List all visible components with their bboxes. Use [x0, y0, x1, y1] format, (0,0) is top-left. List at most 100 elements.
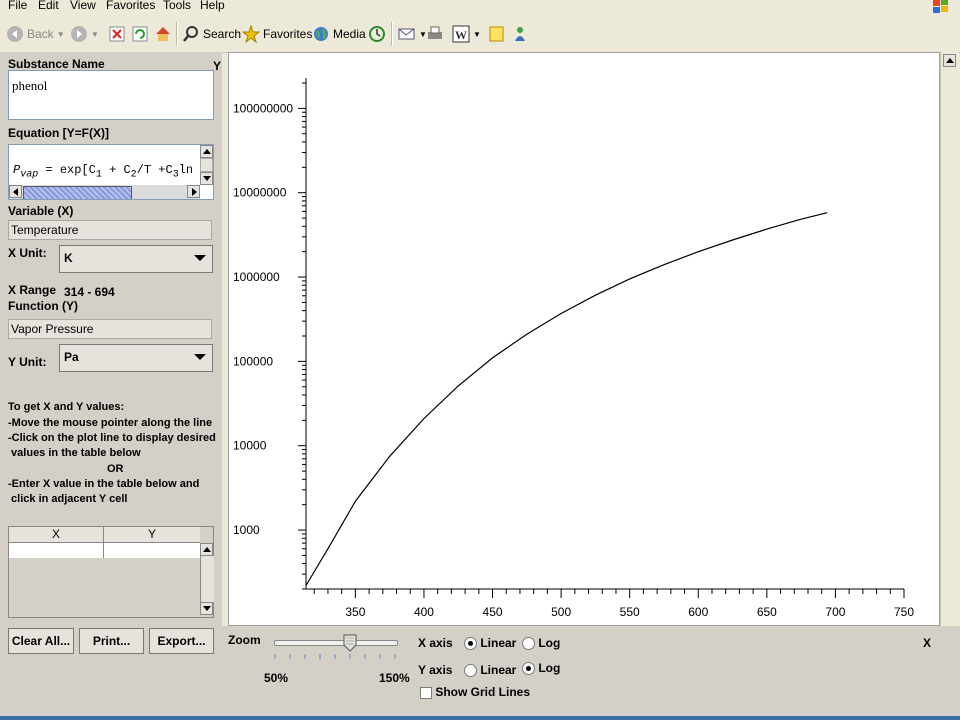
page-scrollbar[interactable]: [940, 52, 959, 626]
show-grid-lines-option[interactable]: Show Grid Lines: [420, 685, 530, 699]
y-linear-radio[interactable]: [464, 664, 477, 678]
x-axis-linear-option[interactable]: Linear: [464, 636, 517, 651]
y-unit-select[interactable]: Pa: [59, 344, 213, 372]
status-bar: [0, 716, 960, 720]
y-tick-label: 1000000: [233, 270, 280, 284]
instruction-line: click in adjacent Y cell: [8, 493, 128, 505]
xy-table: X Y: [8, 526, 214, 618]
x-log-radio[interactable]: [522, 637, 535, 651]
export-button[interactable]: Export...: [149, 628, 214, 654]
history-icon: [369, 26, 385, 42]
y-log-radio[interactable]: [522, 662, 535, 676]
x-axis-log-option[interactable]: Log: [522, 636, 561, 651]
stop-button[interactable]: [108, 23, 126, 45]
refresh-icon: [132, 26, 148, 42]
menu-file[interactable]: File: [8, 0, 27, 12]
back-label: Back: [27, 27, 54, 41]
mail-button[interactable]: ▼: [398, 23, 427, 45]
history-button[interactable]: [368, 23, 386, 45]
table-cell-x[interactable]: [9, 543, 104, 558]
back-button[interactable]: Back ▼: [6, 23, 65, 45]
y-unit-value: Pa: [64, 350, 79, 364]
function-field: Vapor Pressure: [8, 319, 212, 339]
vapor-pressure-line: [305, 212, 828, 586]
zoom-slider-thumb[interactable]: [343, 634, 357, 652]
print-toolbar-button[interactable]: [426, 23, 444, 45]
equation-label: Equation [Y=F(X)]: [8, 126, 109, 140]
table-scroll-up[interactable]: [200, 543, 213, 556]
messenger-button[interactable]: [512, 23, 530, 45]
x-linear-radio[interactable]: [464, 637, 477, 651]
instruction-line: -Move the mouse pointer along the line: [8, 417, 213, 429]
y-tick-label: 1000: [233, 523, 260, 537]
search-button[interactable]: Search: [182, 23, 241, 45]
x-range-value: 314 - 694: [64, 285, 115, 299]
x-tick-label: 650: [757, 605, 777, 619]
zoom-max-label: 150%: [379, 671, 410, 685]
equation-scroll-right[interactable]: [187, 185, 200, 198]
instruction-line: To get X and Y values:: [8, 401, 125, 413]
equation-vscroll-thumb[interactable]: [200, 158, 213, 172]
menu-bar: File Edit View Favorites Tools Help: [0, 0, 960, 14]
clear-all-button[interactable]: Clear All...: [8, 628, 74, 654]
menu-edit[interactable]: Edit: [38, 0, 59, 12]
menu-favorites[interactable]: Favorites: [106, 0, 155, 12]
x-tick-label: 700: [825, 605, 845, 619]
media-button[interactable]: Media: [312, 23, 366, 45]
zoom-tick-marks: [274, 654, 396, 659]
equation-field[interactable]: Pvap = exp[C1 + C2/T +C3ln: [8, 144, 214, 200]
print-button[interactable]: Print...: [79, 628, 144, 654]
grid-checkbox[interactable]: [420, 686, 432, 699]
vapor-pressure-chart[interactable]: 350 400 450 500 550 600 650 700 750 1000 10000 1000…: [229, 53, 939, 625]
equation-scroll-down[interactable]: [200, 172, 213, 185]
table-vscroll-track[interactable]: [200, 556, 214, 602]
x-marker: X: [923, 636, 932, 650]
zoom-slider-track[interactable]: [274, 640, 398, 646]
forward-arrow-icon: [71, 26, 87, 42]
equation-hscroll-thumb[interactable]: [23, 186, 132, 199]
y-tick-label: 100000000: [233, 101, 293, 115]
printer-icon: [428, 26, 442, 39]
menu-view[interactable]: View: [70, 0, 96, 12]
windows-logo-icon: [933, 0, 948, 13]
y-log-label: Log: [538, 661, 561, 675]
plot-area[interactable]: 350 400 450 500 550 600 650 700 750 1000 10000 1000…: [228, 52, 940, 626]
favorites-button[interactable]: Favorites: [242, 23, 312, 45]
zoom-min-label: 50%: [264, 671, 289, 685]
x-axis-label: X axis: [418, 636, 453, 650]
x-tick-label: 550: [620, 605, 640, 619]
page-scroll-up[interactable]: [943, 54, 956, 67]
refresh-button[interactable]: [131, 23, 149, 45]
search-icon: [183, 26, 198, 42]
bottom-controls: Zoom 50% 150% X axis Linear Log Y axis L…: [222, 626, 960, 716]
table-cell-y[interactable]: [104, 543, 200, 558]
forward-button[interactable]: ▼: [70, 23, 99, 45]
table-header-x[interactable]: X: [9, 527, 104, 543]
variable-label: Variable (X): [8, 204, 74, 218]
chevron-down-icon: [194, 255, 206, 261]
x-unit-select[interactable]: K: [59, 245, 213, 273]
table-header-y[interactable]: Y: [104, 527, 200, 543]
substance-name-value: phenol: [12, 78, 48, 93]
x-tick-label: 450: [483, 605, 503, 619]
equation-scroll-left[interactable]: [9, 185, 22, 198]
media-label: Media: [333, 27, 366, 41]
table-scroll-down[interactable]: [200, 602, 213, 615]
y-axis-log-option[interactable]: Log: [522, 661, 561, 676]
discuss-button[interactable]: [488, 23, 506, 45]
edit-word-button[interactable]: W ▼: [452, 23, 481, 45]
x-log-label: Log: [538, 636, 561, 650]
x-linear-label: Linear: [480, 636, 517, 650]
stop-icon: [109, 26, 125, 42]
substance-name-field[interactable]: phenol: [8, 70, 214, 120]
y-axis-linear-option[interactable]: Linear: [464, 663, 516, 678]
y-tick-label: 10000: [233, 439, 267, 453]
menu-help[interactable]: Help: [200, 0, 225, 12]
y-tick-label: 100000: [233, 354, 273, 368]
instruction-line: OR: [107, 463, 124, 475]
equation-scroll-up[interactable]: [200, 145, 213, 158]
menu-tools[interactable]: Tools: [163, 0, 191, 12]
y-unit-label: Y Unit:: [8, 355, 47, 369]
note-icon: [489, 26, 504, 42]
home-button[interactable]: [154, 23, 172, 45]
